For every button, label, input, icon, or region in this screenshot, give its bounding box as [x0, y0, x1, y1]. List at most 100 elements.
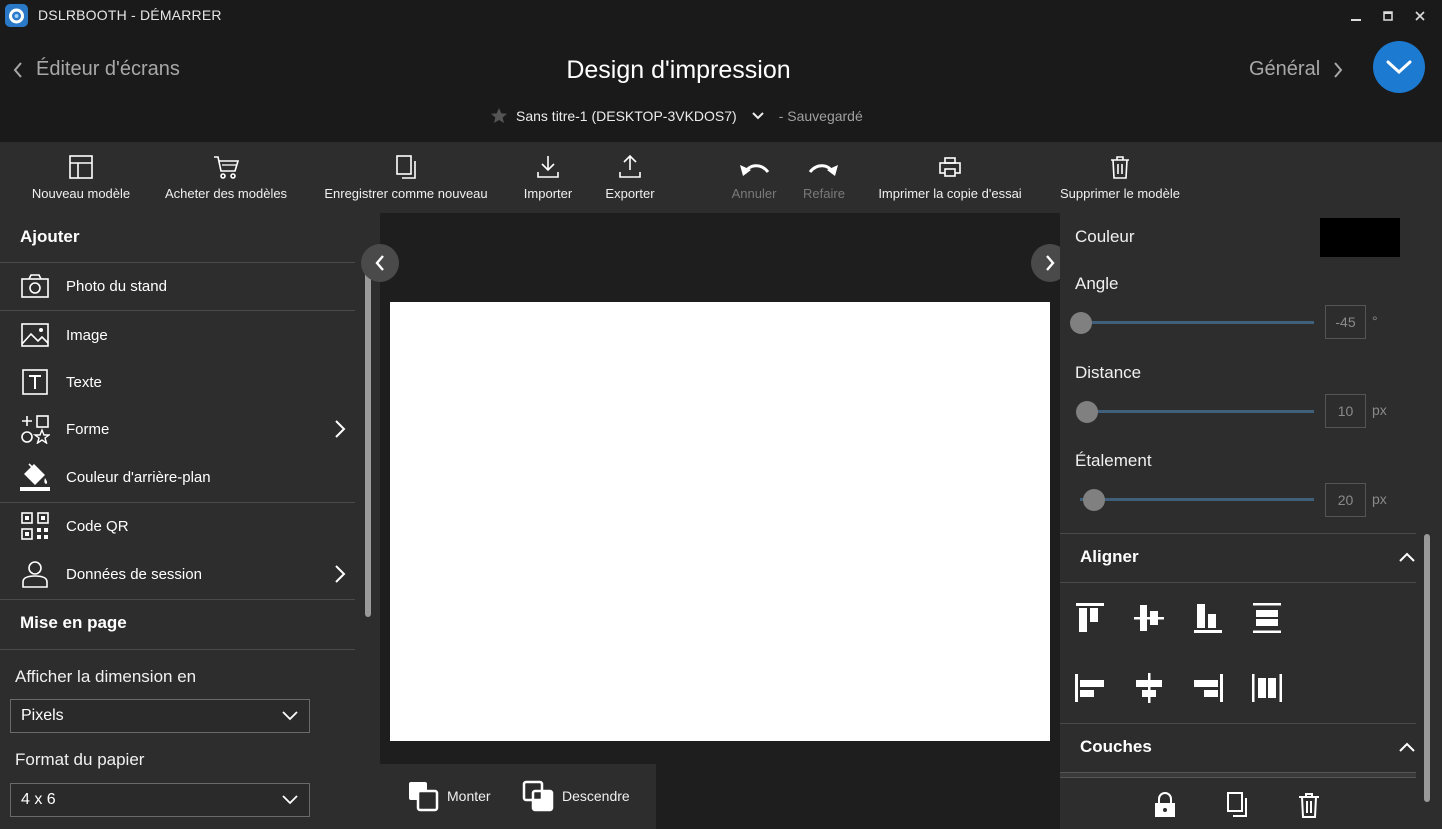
spread-slider-track[interactable] — [1080, 498, 1314, 501]
undo-button[interactable]: Annuler — [726, 150, 782, 201]
close-icon — [1415, 11, 1425, 21]
divider — [0, 310, 355, 311]
maximize-button[interactable] — [1378, 6, 1398, 26]
align-section-heading: Aligner — [1080, 547, 1139, 566]
right-panel-scrollbar[interactable] — [1420, 532, 1434, 804]
print-test-label: Imprimer la copie d'essai — [878, 186, 1022, 201]
send-backward-icon — [522, 780, 554, 812]
star-icon — [491, 108, 507, 123]
export-button[interactable]: Exporter — [600, 150, 660, 201]
redo-button[interactable]: Refaire — [796, 150, 852, 201]
add-shape-item[interactable]: Forme — [0, 409, 355, 449]
confirm-button[interactable] — [1373, 41, 1425, 93]
item-label: Couleur d'arrière-plan — [66, 468, 211, 486]
spread-input[interactable]: 20 — [1325, 483, 1366, 517]
align-top-icon — [1076, 603, 1104, 632]
align-top-button[interactable] — [1074, 602, 1106, 634]
distance-slider-thumb[interactable] — [1076, 401, 1098, 423]
duplicate-icon — [1227, 792, 1247, 817]
divider — [0, 262, 355, 263]
collapse-left-panel-button[interactable] — [361, 244, 399, 282]
distance-unit: px — [1372, 402, 1387, 418]
print-test-button[interactable]: Imprimer la copie d'essai — [870, 150, 1030, 201]
add-session-data-item[interactable]: Données de session — [0, 554, 355, 594]
align-middle-button[interactable] — [1133, 602, 1165, 634]
layout-icon — [69, 155, 93, 179]
send-backward-button[interactable]: Descendre — [522, 780, 630, 812]
scrollbar-icon — [1424, 534, 1430, 802]
add-background-color-item[interactable]: Couleur d'arrière-plan — [0, 457, 355, 497]
close-window-button[interactable] — [1410, 6, 1430, 26]
chevron-right-icon — [335, 420, 346, 438]
align-bottom-button[interactable] — [1192, 602, 1224, 634]
distribute-vertical-icon — [1252, 603, 1282, 633]
chevron-up-icon — [1399, 742, 1415, 752]
new-template-button[interactable]: Nouveau modèle — [28, 150, 134, 201]
align-middle-icon — [1134, 605, 1164, 631]
align-left-icon — [1075, 674, 1104, 702]
maximize-icon — [1383, 11, 1393, 21]
dimension-unit-label: Afficher la dimension en — [15, 667, 197, 686]
divider — [0, 599, 355, 600]
upload-icon — [619, 154, 641, 178]
spread-slider-thumb[interactable] — [1083, 489, 1105, 511]
import-button[interactable]: Importer — [518, 150, 578, 201]
align-right-button[interactable] — [1192, 672, 1224, 704]
layers-collapse-button[interactable] — [1398, 741, 1416, 753]
align-center-button[interactable] — [1133, 672, 1165, 704]
item-label: Code QR — [66, 517, 129, 535]
duplicate-layer-button[interactable] — [1225, 791, 1249, 819]
align-right-icon — [1194, 674, 1223, 702]
color-swatch[interactable] — [1320, 218, 1400, 257]
delete-layer-button[interactable] — [1297, 791, 1321, 819]
left-panel-scrollbar[interactable] — [361, 243, 375, 623]
forward-nav-label: Général — [1249, 58, 1321, 80]
chevron-down-icon — [1386, 60, 1412, 75]
trash-icon — [1299, 793, 1319, 818]
distribute-vertical-button[interactable] — [1251, 602, 1283, 634]
paper-size-select[interactable]: 4 x 6 — [10, 783, 310, 817]
align-left-button[interactable] — [1074, 672, 1106, 704]
add-text-item[interactable]: Texte — [0, 362, 355, 402]
spread-label: Étalement — [1075, 451, 1152, 470]
chevron-right-icon — [1334, 61, 1343, 78]
user-icon — [22, 561, 48, 588]
item-label: Données de session — [66, 565, 202, 583]
document-selector[interactable]: Sans titre-1 (DESKTOP-3VKDOS7) - Sauvega… — [490, 107, 863, 124]
design-canvas[interactable] — [390, 302, 1050, 741]
text-icon — [22, 369, 48, 395]
window-title: DSLRBOOTH - DÉMARRER — [38, 7, 222, 23]
distance-input[interactable]: 10 — [1325, 394, 1366, 428]
angle-slider-thumb[interactable] — [1070, 312, 1092, 334]
align-collapse-button[interactable] — [1398, 551, 1416, 563]
save-status: - Sauvegardé — [778, 107, 863, 124]
layers-section-heading: Couches — [1080, 737, 1152, 756]
minimize-icon — [1351, 19, 1361, 21]
distribute-horizontal-button[interactable] — [1251, 672, 1283, 704]
lock-layer-button[interactable] — [1153, 791, 1177, 819]
minimize-button[interactable] — [1346, 6, 1366, 26]
forward-nav-button[interactable]: Général — [1249, 58, 1344, 81]
layers-list[interactable] — [1060, 772, 1416, 778]
app-logo-icon — [4, 3, 29, 28]
distance-slider-track[interactable] — [1080, 410, 1314, 413]
scrollbar-icon — [364, 250, 372, 617]
bring-forward-button[interactable]: Monter — [407, 780, 491, 812]
redo-icon — [808, 164, 838, 176]
layout-section-heading: Mise en page — [20, 613, 127, 632]
add-booth-photo-item[interactable]: Photo du stand — [0, 266, 355, 306]
buy-templates-button[interactable]: Acheter des modèles — [160, 150, 292, 201]
align-center-icon — [1136, 673, 1162, 703]
add-qr-code-item[interactable]: Code QR — [0, 506, 355, 546]
add-image-item[interactable]: Image — [0, 315, 355, 355]
delete-template-button[interactable]: Supprimer le modèle — [1052, 150, 1188, 201]
save-as-new-button[interactable]: Enregistrer comme nouveau — [318, 150, 494, 201]
dimension-unit-select[interactable]: Pixels — [10, 699, 310, 733]
angle-input[interactable]: -45 — [1325, 305, 1366, 339]
shapes-icon — [21, 415, 50, 444]
paper-size-value: 4 x 6 — [21, 791, 56, 808]
angle-slider-track[interactable] — [1080, 321, 1314, 324]
divider — [0, 502, 355, 503]
item-label: Photo du stand — [66, 277, 167, 295]
delete-template-label: Supprimer le modèle — [1060, 186, 1180, 201]
